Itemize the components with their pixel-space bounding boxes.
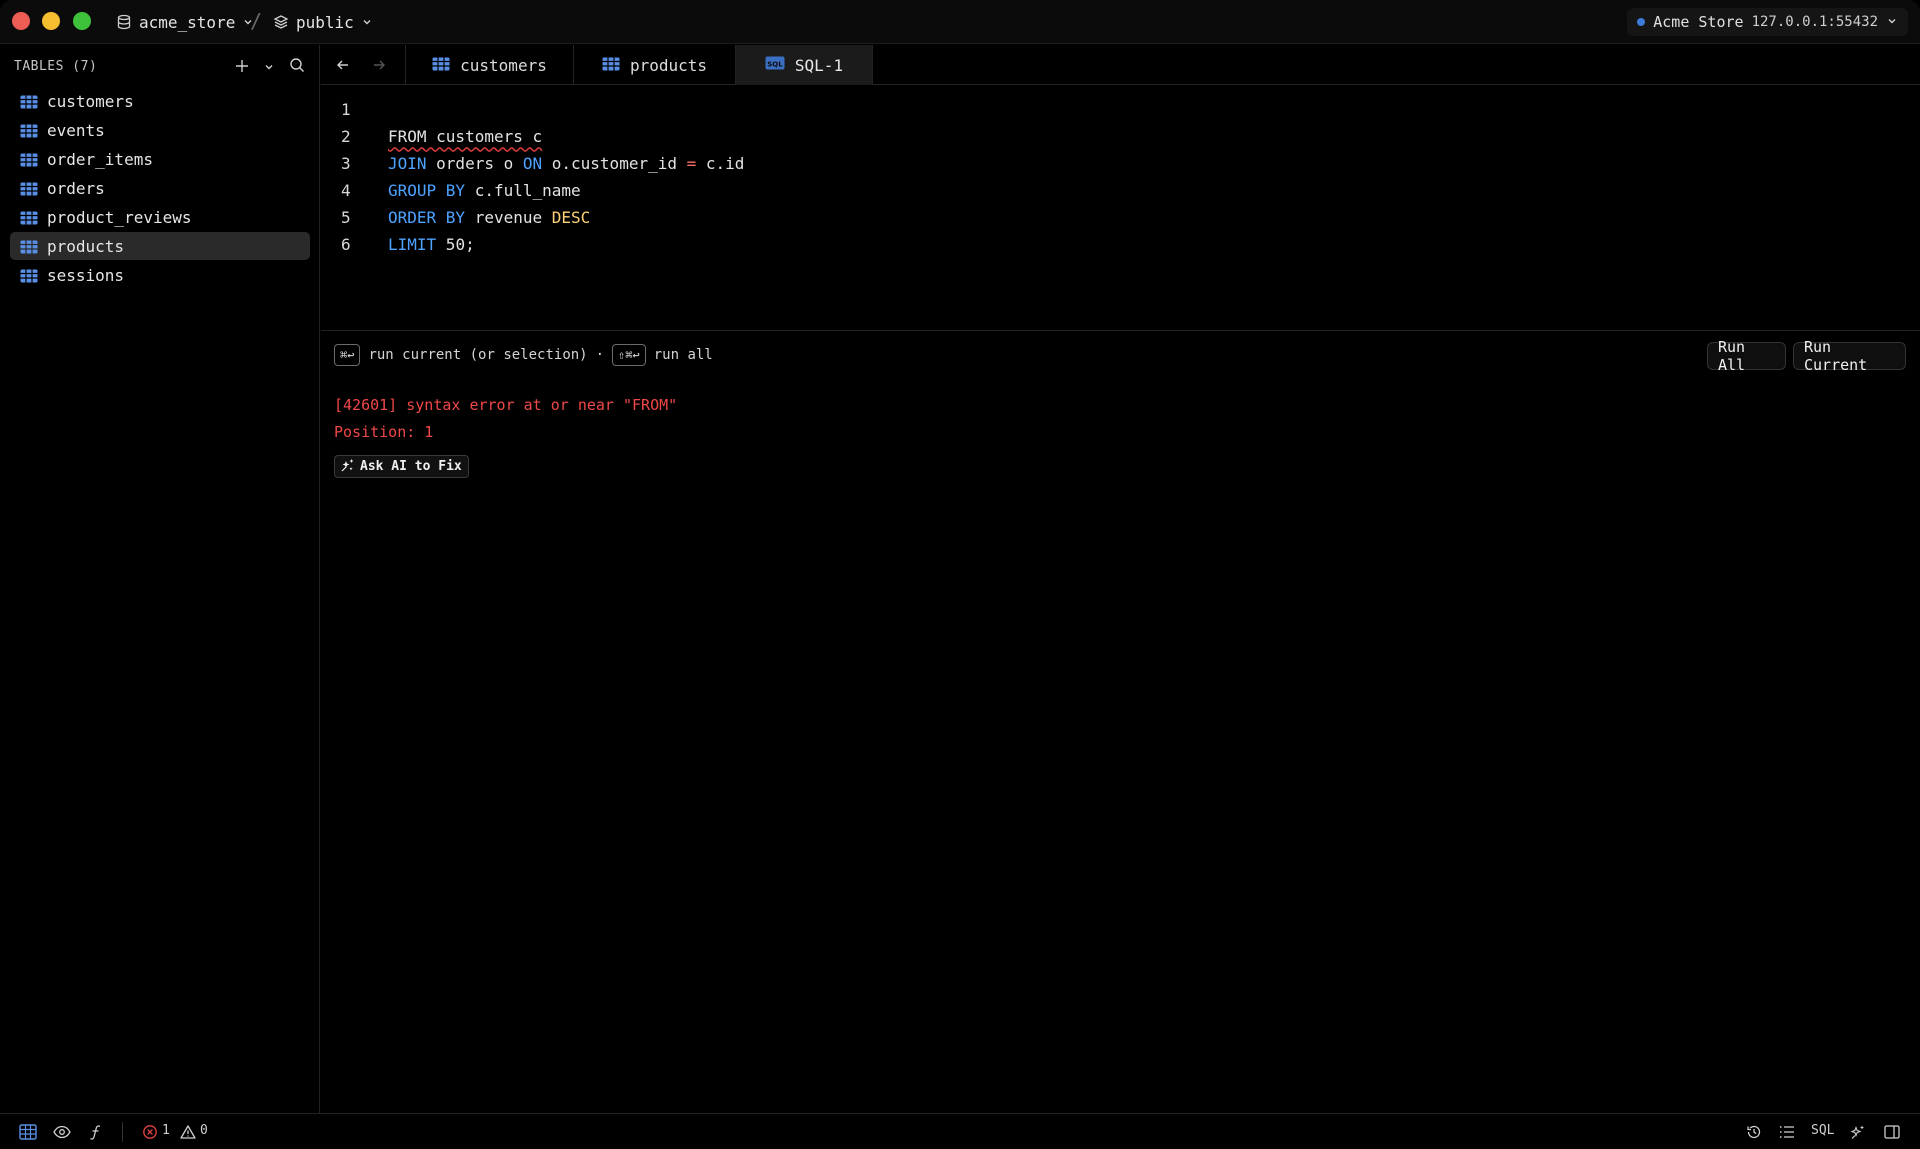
kbd-run-all: ⇧⌘↩ [612, 344, 646, 366]
tab-customers[interactable]: customers [405, 45, 574, 85]
sidebar-item-label: sessions [47, 265, 125, 285]
line-number: 5 [341, 207, 351, 227]
table-icon [20, 239, 38, 254]
tables-heading: TABLES (7) [14, 59, 98, 74]
table-icon [432, 56, 450, 75]
list-icon[interactable] [1777, 1122, 1797, 1142]
line-number: 2 [341, 126, 351, 146]
sidebar-toggle-icon[interactable] [1882, 1122, 1902, 1142]
line-number: 3 [341, 153, 351, 173]
hint-run-all: run all [653, 347, 713, 363]
app-window: acme_store / public Acme Store 127.0.0.1… [0, 0, 1920, 1149]
sidebar-item-label: product_reviews [47, 207, 192, 227]
tab-label: customers [460, 55, 547, 75]
error-count: 1 [162, 1123, 170, 1138]
plus-icon[interactable] [235, 58, 249, 77]
sql-icon: SQL [765, 55, 785, 75]
tables-list: customers events order_items orders prod… [10, 87, 310, 290]
sidebar-item-label: order_items [47, 149, 153, 169]
ask-ai-label: Ask AI to Fix [360, 459, 462, 474]
sql-editor[interactable]: 1 2 FROM customers c 3 JOIN orders o ON … [321, 86, 1920, 331]
sidebar-item-events[interactable]: events [10, 116, 310, 144]
table-icon [20, 210, 38, 225]
minimize-window-button[interactable] [42, 12, 60, 30]
sidebar-item-sessions[interactable]: sessions [10, 261, 310, 289]
title-bar: acme_store / public Acme Store 127.0.0.1… [0, 0, 1920, 44]
shortcut-hints: ⌘↩ run current (or selection) · ⇧⌘↩ run … [334, 344, 713, 366]
code-line: JOIN orders o ON o.customer_id = c.id [388, 153, 745, 173]
hint-separator: · [595, 347, 605, 363]
error-message: [42601] syntax error at or near "FROM" [334, 396, 678, 414]
warning-triangle-icon[interactable] [178, 1122, 198, 1142]
run-toolbar: ⌘↩ run current (or selection) · ⇧⌘↩ run … [321, 332, 1920, 378]
tables-sidebar: TABLES (7) customers events order_items … [0, 45, 320, 1113]
grid-icon[interactable] [18, 1122, 38, 1142]
svg-text:SQL: SQL [767, 61, 783, 69]
tab-bar: customers products SQL SQL-1 [321, 45, 1920, 85]
sidebar-item-label: products [47, 236, 125, 256]
table-icon [20, 268, 38, 283]
table-icon [20, 152, 38, 167]
code-line: LIMIT 50; [388, 234, 475, 254]
layers-icon [273, 14, 289, 30]
connection-host: 127.0.0.1:55432 [1751, 14, 1878, 30]
run-current-button[interactable]: Run Current [1793, 338, 1906, 374]
line-number: 6 [341, 234, 351, 254]
warning-count: 0 [200, 1123, 208, 1138]
maximize-window-button[interactable] [73, 12, 91, 30]
forward-arrow-icon[interactable] [367, 53, 391, 77]
error-circle-icon[interactable] [140, 1122, 160, 1142]
schema-name: public [296, 12, 354, 32]
line-number: 1 [341, 99, 351, 119]
status-divider [122, 1122, 123, 1142]
code-line: ORDER BY revenue DESC [388, 207, 591, 227]
sidebar-item-product-reviews[interactable]: product_reviews [10, 203, 310, 231]
code-line: GROUP BY c.full_name [388, 180, 581, 200]
close-window-button[interactable] [12, 12, 30, 30]
hint-run-current: run current (or selection) [368, 347, 588, 363]
back-arrow-icon[interactable] [331, 53, 355, 77]
connection-name: Acme Store [1653, 13, 1744, 31]
chevron-down-icon [1886, 13, 1898, 31]
sidebar-item-label: events [47, 120, 105, 140]
run-all-button[interactable]: Run All [1707, 338, 1786, 374]
sparkles-icon [341, 458, 355, 476]
history-icon[interactable] [1744, 1122, 1764, 1142]
chevron-down-icon [361, 16, 373, 28]
code-text: FROM customers c [388, 126, 543, 146]
sidebar-item-order-items[interactable]: order_items [10, 145, 310, 173]
schema-selector[interactable]: public [273, 10, 373, 34]
breadcrumb-separator: / [250, 9, 263, 33]
chevron-down-icon[interactable] [263, 58, 275, 77]
sidebar-item-products[interactable]: products [10, 232, 310, 260]
eye-icon[interactable] [52, 1122, 72, 1142]
table-icon [20, 94, 38, 109]
sql-mode-button[interactable]: SQL [1811, 1123, 1834, 1138]
table-icon [20, 181, 38, 196]
database-selector[interactable]: acme_store [116, 10, 254, 34]
line-number: 4 [341, 180, 351, 200]
error-position: Position: 1 [334, 423, 434, 441]
sidebar-item-label: customers [47, 91, 134, 111]
sparkles-icon[interactable] [1848, 1122, 1868, 1142]
tab-products[interactable]: products [574, 45, 736, 85]
kbd-run-current: ⌘↩ [334, 344, 361, 366]
tab-label: products [629, 55, 708, 75]
sidebar-item-orders[interactable]: orders [10, 174, 310, 202]
table-icon [20, 123, 38, 138]
sidebar-item-label: orders [47, 178, 105, 198]
code-line: FROM customers c [388, 127, 542, 146]
database-name: acme_store [139, 12, 236, 32]
database-icon [116, 14, 132, 30]
ask-ai-to-fix-button[interactable]: Ask AI to Fix [334, 455, 469, 478]
tab-sql-1[interactable]: SQL SQL-1 [736, 45, 873, 85]
status-bar: 1 0 SQL [0, 1113, 1920, 1149]
sidebar-item-customers[interactable]: customers [10, 87, 310, 115]
connection-status-dot [1637, 18, 1646, 26]
table-icon [602, 56, 620, 75]
search-icon[interactable] [289, 57, 305, 77]
tab-label: SQL-1 [794, 55, 844, 75]
function-icon[interactable] [86, 1122, 106, 1142]
connection-selector[interactable]: Acme Store 127.0.0.1:55432 [1627, 8, 1908, 36]
